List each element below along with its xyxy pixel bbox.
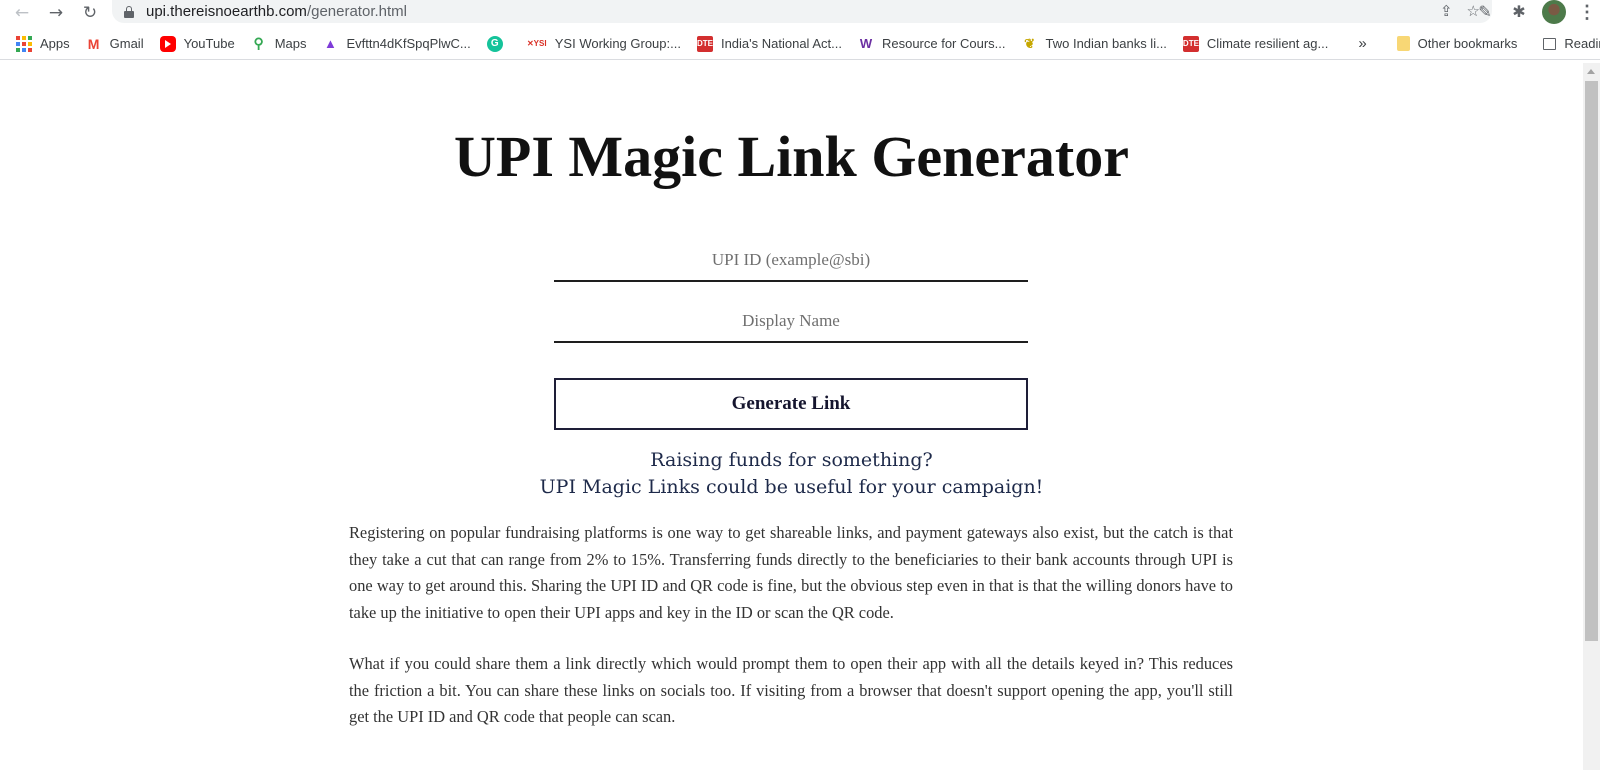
- reading-list-icon: [1543, 37, 1557, 50]
- avatar[interactable]: [1542, 0, 1566, 24]
- youtube-icon: [159, 35, 176, 52]
- bookmark-grammarly[interactable]: G: [486, 35, 511, 52]
- address-bar[interactable]: upi.thereisnoearthb.com/generator.html ⇪…: [112, 0, 1492, 23]
- chevron-double-right-icon[interactable]: »: [1358, 35, 1366, 52]
- dte-icon: DTE: [1182, 35, 1199, 52]
- grammarly-icon: G: [486, 35, 503, 52]
- generate-link-button[interactable]: Generate Link: [554, 378, 1028, 430]
- bookmark-label: Apps: [40, 36, 70, 51]
- share-icon[interactable]: ⇪: [1440, 2, 1453, 20]
- page-scrollbar[interactable]: [1583, 63, 1600, 770]
- bookmark-youtube[interactable]: YouTube: [159, 35, 235, 52]
- w-logo-icon: W: [859, 36, 873, 51]
- page-content: UPI Magic Link Generator Generate Link R…: [0, 63, 1583, 770]
- bookmark-label: Evfttn4dKfSpqPlwC...: [346, 36, 471, 51]
- display-name-input[interactable]: [554, 301, 1028, 343]
- forward-arrow-icon[interactable]: →: [43, 2, 69, 24]
- bookmark-evfttn[interactable]: ▲ Evfttn4dKfSpqPlwC...: [322, 36, 471, 52]
- bookmark-two-banks[interactable]: ❦ Two Indian banks li...: [1022, 36, 1167, 52]
- bookmarks-bar: Apps M Gmail YouTube ⚲ Maps ▲ Evfttn4dKf…: [0, 28, 1600, 60]
- leaf-icon: ❦: [1024, 35, 1035, 51]
- bookmark-label: Climate resilient ag...: [1206, 36, 1329, 51]
- extensions-puzzle-icon[interactable]: ✱: [1508, 2, 1530, 21]
- explanation-paragraph: What if you could share them a link dire…: [349, 654, 1233, 726]
- bookmark-label: Other bookmarks: [1417, 36, 1518, 51]
- tagline-line-2: UPI Magic Links could be useful for your…: [539, 476, 1044, 498]
- bookmark-gmail[interactable]: M Gmail: [86, 36, 144, 52]
- url-path: /generator.html: [306, 3, 407, 20]
- url-host: upi.thereisnoearthb.com: [146, 3, 307, 20]
- page-title: UPI Magic Link Generator: [454, 124, 1129, 189]
- tagline: Raising funds for something? UPI Magic L…: [0, 447, 1583, 501]
- bookmark-label: India's National Act...: [720, 36, 842, 51]
- menu-dots-icon[interactable]: ⋮: [1578, 3, 1596, 21]
- bookmark-apps[interactable]: Apps: [16, 35, 70, 52]
- url-text[interactable]: upi.thereisnoearthb.com/generator.html: [146, 3, 407, 20]
- upi-id-input[interactable]: [554, 240, 1028, 282]
- gmail-icon: M: [87, 35, 100, 52]
- apps-grid-icon: [16, 35, 32, 52]
- bookmark-resource[interactable]: W Resource for Cours...: [858, 36, 1006, 52]
- bookmark-label: Maps: [274, 36, 307, 51]
- browser-toolbar: ← → ↻ upi.thereisnoearthb.com/generator.…: [0, 0, 1600, 26]
- bookmark-label: Gmail: [109, 36, 144, 51]
- bookmark-label: Reading list: [1564, 36, 1600, 51]
- back-arrow-icon[interactable]: ←: [9, 2, 35, 24]
- maps-icon: ⚲: [253, 35, 264, 51]
- bookmark-label: Two Indian banks li...: [1045, 36, 1167, 51]
- scroll-up-arrow-icon[interactable]: [1587, 69, 1595, 74]
- reload-icon[interactable]: ↻: [77, 2, 103, 24]
- folder-icon: [1396, 36, 1410, 51]
- scroll-thumb[interactable]: [1585, 81, 1598, 641]
- lock-icon[interactable]: [124, 5, 134, 18]
- intro-paragraph: Registering on popular fundraising platf…: [349, 523, 1233, 622]
- dte-icon: DTE: [696, 35, 713, 52]
- bookmark-india-national[interactable]: DTE India's National Act...: [696, 35, 842, 52]
- bookmark-label: Resource for Cours...: [881, 36, 1006, 51]
- ysi-icon: ✕YSI: [526, 39, 547, 48]
- bookmark-ysi[interactable]: ✕YSI YSI Working Group:...: [527, 36, 681, 52]
- bookmark-climate[interactable]: DTE Climate resilient ag...: [1182, 35, 1329, 52]
- bookmark-maps[interactable]: ⚲ Maps: [251, 35, 307, 52]
- bookmark-other[interactable]: Other bookmarks: [1396, 36, 1518, 51]
- bookmark-label: YouTube: [183, 36, 235, 51]
- reading-list[interactable]: Reading list: [1543, 36, 1600, 51]
- graduation-cap-icon: ▲: [324, 36, 337, 51]
- edit-icon[interactable]: ✎: [1474, 2, 1496, 21]
- bookmark-label: YSI Working Group:...: [554, 36, 681, 51]
- tagline-line-1: Raising funds for something?: [650, 449, 933, 471]
